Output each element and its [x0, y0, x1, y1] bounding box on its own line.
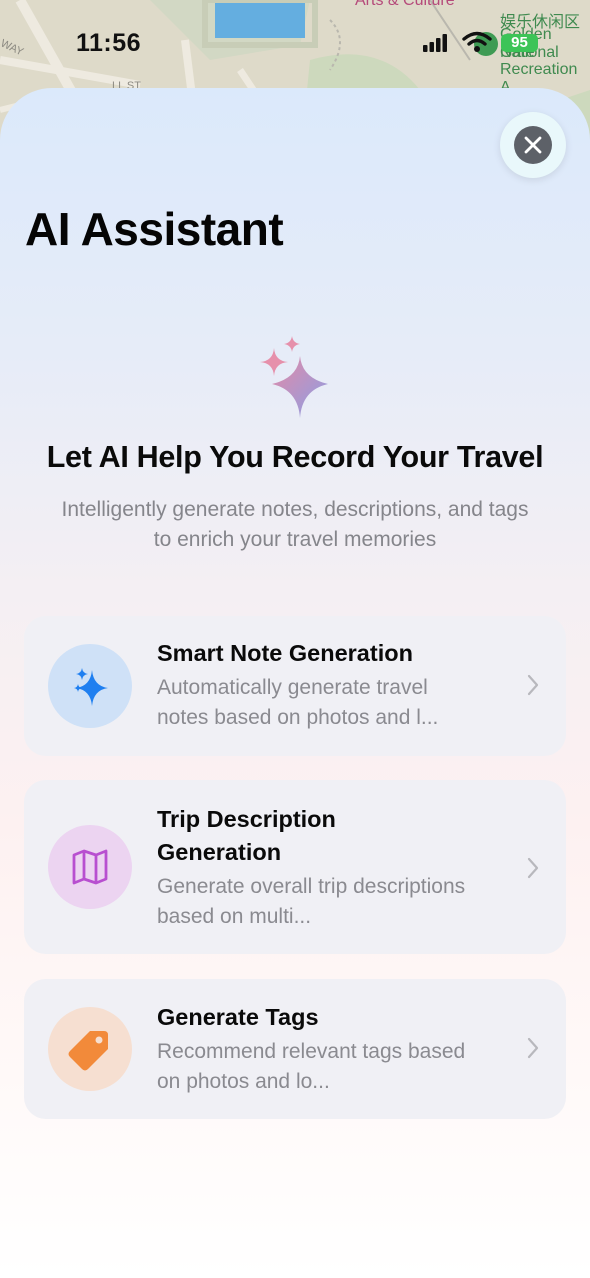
- smart-note-icon-badge: [48, 644, 132, 728]
- wifi-icon: [462, 31, 492, 52]
- sparkle-icon: [74, 668, 108, 706]
- feature-card-generate-tags[interactable]: Generate Tags Recommend relevant tags ba…: [24, 979, 566, 1119]
- feature-description: Recommend relevant tags based on photos …: [157, 1040, 466, 1093]
- chevron-right-icon: [527, 1037, 539, 1059]
- ai-assistant-sheet: AI Assistant Let AI Help You Record Your…: [0, 88, 590, 1278]
- hero-subtitle: Intelligently generate notes, descriptio…: [61, 498, 529, 551]
- feature-card-smart-note[interactable]: Smart Note Generation Automatically gene…: [24, 616, 566, 756]
- feature-title: Smart Note Generation: [157, 640, 413, 666]
- feature-description: Automatically generate travel notes base…: [157, 676, 439, 729]
- close-icon[interactable]: [524, 136, 542, 154]
- chevron-right-icon: [527, 857, 539, 879]
- chevron-right-icon: [527, 674, 539, 696]
- page-title: AI Assistant: [25, 203, 284, 255]
- tag-icon: [68, 1031, 108, 1071]
- map-label-arts: Arts & Culture: [355, 0, 455, 9]
- feature-description: Generate overall trip descriptions based…: [157, 875, 466, 928]
- battery-indicator: 95: [501, 34, 538, 52]
- status-time: 11:56: [76, 29, 142, 57]
- ai-sparkles-icon: [260, 336, 328, 418]
- close-button[interactable]: [500, 112, 566, 178]
- hero-heading: Let AI Help You Record Your Travel: [46, 440, 544, 474]
- generate-tags-icon-badge: [48, 1007, 132, 1091]
- trip-description-icon-badge: [48, 825, 132, 909]
- feature-title: Trip Description Generation: [157, 806, 336, 865]
- cellular-signal-icon: [423, 34, 447, 52]
- close-button-circle[interactable]: [514, 126, 552, 164]
- map-icon: [72, 849, 108, 885]
- feature-title: Generate Tags: [157, 1004, 319, 1030]
- feature-card-trip-description[interactable]: Trip Description Generation Generate ove…: [24, 780, 566, 954]
